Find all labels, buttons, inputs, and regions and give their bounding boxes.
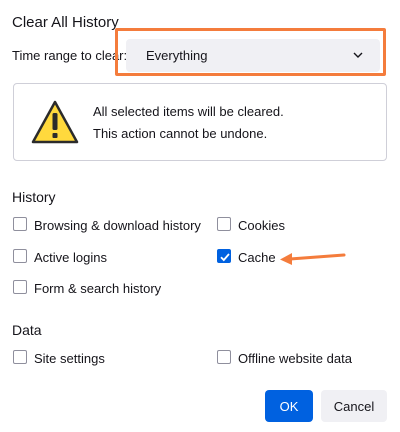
site-settings-label[interactable]: Site settings bbox=[34, 351, 105, 366]
ok-button[interactable]: OK bbox=[265, 390, 313, 422]
history-heading: History bbox=[12, 189, 56, 205]
browsing-download-history-label[interactable]: Browsing & download history bbox=[34, 218, 201, 233]
data-heading: Data bbox=[12, 322, 42, 338]
active-logins-label[interactable]: Active logins bbox=[34, 250, 107, 265]
cache-label[interactable]: Cache bbox=[238, 250, 276, 265]
offline-website-data-label[interactable]: Offline website data bbox=[238, 351, 352, 366]
form-search-history-label[interactable]: Form & search history bbox=[34, 281, 161, 296]
checkmark-icon bbox=[220, 253, 230, 262]
cancel-button[interactable]: Cancel bbox=[321, 390, 387, 422]
form-search-history-checkbox[interactable] bbox=[13, 280, 27, 294]
chevron-down-icon bbox=[353, 52, 363, 58]
time-range-value: Everything bbox=[146, 48, 208, 63]
dialog-title: Clear All History bbox=[12, 14, 119, 31]
warning-text-line2: This action cannot be undone. bbox=[93, 126, 268, 141]
cookies-checkbox[interactable] bbox=[217, 217, 231, 231]
time-range-label: Time range to clear: bbox=[12, 48, 128, 63]
offline-website-data-checkbox[interactable] bbox=[217, 350, 231, 364]
warning-text-line1: All selected items will be cleared. bbox=[93, 104, 284, 119]
site-settings-checkbox[interactable] bbox=[13, 350, 27, 364]
annotation-arrow-icon bbox=[280, 253, 346, 265]
browsing-download-history-checkbox[interactable] bbox=[13, 217, 27, 231]
cache-checkbox[interactable] bbox=[217, 249, 231, 263]
warning-box: All selected items will be cleared. This… bbox=[13, 83, 387, 161]
active-logins-checkbox[interactable] bbox=[13, 249, 27, 263]
cookies-label[interactable]: Cookies bbox=[238, 218, 285, 233]
time-range-select[interactable]: Everything bbox=[126, 39, 380, 72]
warning-triangle-icon bbox=[31, 100, 79, 144]
